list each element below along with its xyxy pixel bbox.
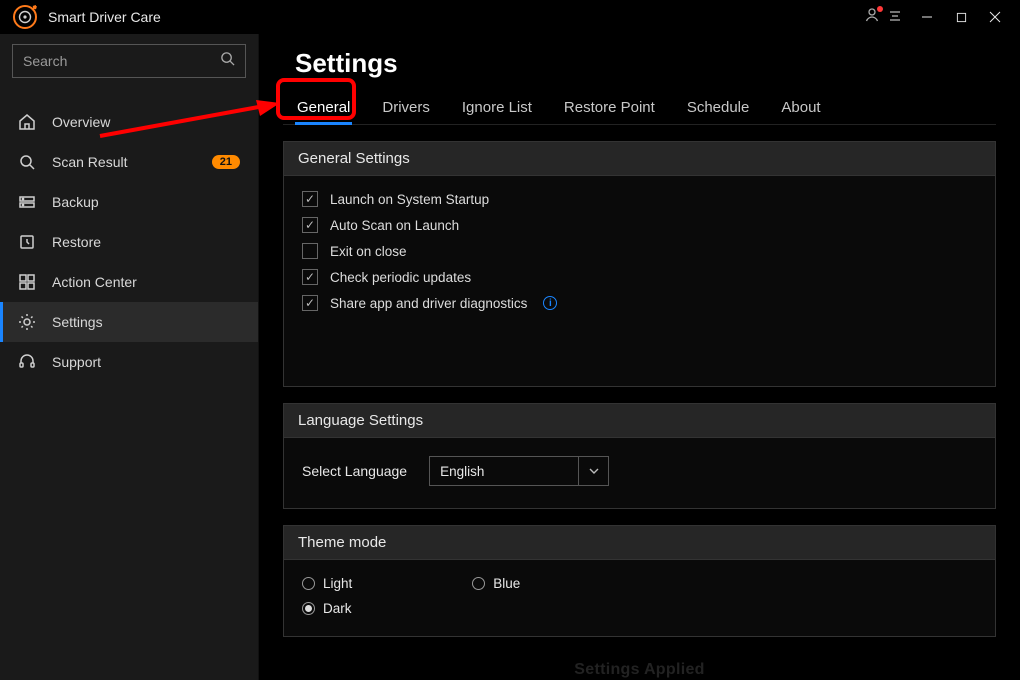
radio-theme-light[interactable]: Light [302, 576, 352, 591]
checkbox-label: Exit on close [330, 244, 407, 259]
checkbox-exit-on-close[interactable] [302, 243, 318, 259]
language-selected-value: English [430, 464, 578, 479]
restore-icon [18, 233, 36, 251]
backup-icon [18, 193, 36, 211]
tab-label: About [781, 99, 820, 116]
close-button[interactable] [978, 3, 1012, 31]
panel-header: General Settings [284, 142, 995, 176]
checkbox-label: Auto Scan on Launch [330, 218, 459, 233]
tab-drivers[interactable]: Drivers [380, 91, 432, 124]
tab-label: Drivers [382, 99, 430, 116]
tab-label: Restore Point [564, 99, 655, 116]
menu-lines-icon[interactable] [888, 8, 902, 27]
sidebar-item-scan-result[interactable]: Scan Result 21 [0, 142, 258, 182]
general-settings-panel: General Settings Launch on System Startu… [283, 141, 996, 387]
user-account-icon[interactable] [864, 7, 880, 28]
sidebar: Overview Scan Result 21 Backup Restore A… [0, 34, 258, 680]
sidebar-item-restore[interactable]: Restore [0, 222, 258, 262]
radio-label: Dark [323, 601, 352, 616]
checkbox-label: Check periodic updates [330, 270, 471, 285]
radio-icon [472, 577, 485, 590]
main-content: Settings General Drivers Ignore List Res… [258, 34, 1020, 680]
notification-dot-icon [877, 6, 883, 12]
info-icon[interactable]: i [543, 296, 557, 310]
app-logo-icon [12, 4, 38, 30]
language-settings-panel: Language Settings Select Language Englis… [283, 403, 996, 509]
radio-label: Light [323, 576, 352, 591]
scan-result-badge: 21 [212, 155, 240, 169]
page-title: Settings [295, 48, 996, 79]
sidebar-item-label: Restore [52, 234, 101, 250]
sidebar-item-settings[interactable]: Settings [0, 302, 258, 342]
sidebar-item-backup[interactable]: Backup [0, 182, 258, 222]
radio-icon [302, 577, 315, 590]
sidebar-item-label: Backup [52, 194, 99, 210]
tab-about[interactable]: About [779, 91, 822, 124]
checkbox-auto-scan[interactable] [302, 217, 318, 233]
sidebar-item-label: Overview [52, 114, 110, 130]
panel-header: Language Settings [284, 404, 995, 438]
tab-label: Schedule [687, 99, 750, 116]
checkbox-check-updates[interactable] [302, 269, 318, 285]
radio-label: Blue [493, 576, 520, 591]
maximize-button[interactable] [944, 3, 978, 31]
sidebar-item-overview[interactable]: Overview [0, 102, 258, 142]
checkbox-launch-on-startup[interactable] [302, 191, 318, 207]
radio-icon [302, 602, 315, 615]
sidebar-item-label: Settings [52, 314, 103, 330]
sidebar-item-label: Action Center [52, 274, 137, 290]
scan-icon [18, 153, 36, 171]
headset-icon [18, 353, 36, 371]
chevron-down-icon [578, 457, 608, 485]
radio-theme-dark[interactable]: Dark [302, 601, 352, 616]
search-input[interactable] [23, 53, 220, 69]
tab-label: Ignore List [462, 99, 532, 116]
gear-icon [18, 313, 36, 331]
checkbox-share-diagnostics[interactable] [302, 295, 318, 311]
checkbox-label: Share app and driver diagnostics [330, 296, 527, 311]
settings-tabs: General Drivers Ignore List Restore Poin… [283, 91, 996, 125]
grid-icon [18, 273, 36, 291]
theme-mode-panel: Theme mode Light Blue [283, 525, 996, 637]
select-language-label: Select Language [302, 463, 407, 479]
app-title: Smart Driver Care [48, 9, 161, 25]
sidebar-item-support[interactable]: Support [0, 342, 258, 382]
sidebar-item-label: Support [52, 354, 101, 370]
minimize-button[interactable] [910, 3, 944, 31]
checkbox-label: Launch on System Startup [330, 192, 489, 207]
panel-header: Theme mode [284, 526, 995, 560]
status-message: Settings Applied [283, 661, 996, 679]
tab-schedule[interactable]: Schedule [685, 91, 752, 124]
search-icon [220, 51, 235, 71]
language-select[interactable]: English [429, 456, 609, 486]
tab-restore-point[interactable]: Restore Point [562, 91, 657, 124]
tab-general[interactable]: General [295, 91, 352, 124]
sidebar-item-action-center[interactable]: Action Center [0, 262, 258, 302]
tab-label: General [297, 99, 350, 116]
radio-theme-blue[interactable]: Blue [472, 576, 520, 591]
search-box[interactable] [12, 44, 246, 78]
home-icon [18, 113, 36, 131]
tab-ignore-list[interactable]: Ignore List [460, 91, 534, 124]
sidebar-item-label: Scan Result [52, 154, 127, 170]
titlebar: Smart Driver Care [0, 0, 1020, 34]
